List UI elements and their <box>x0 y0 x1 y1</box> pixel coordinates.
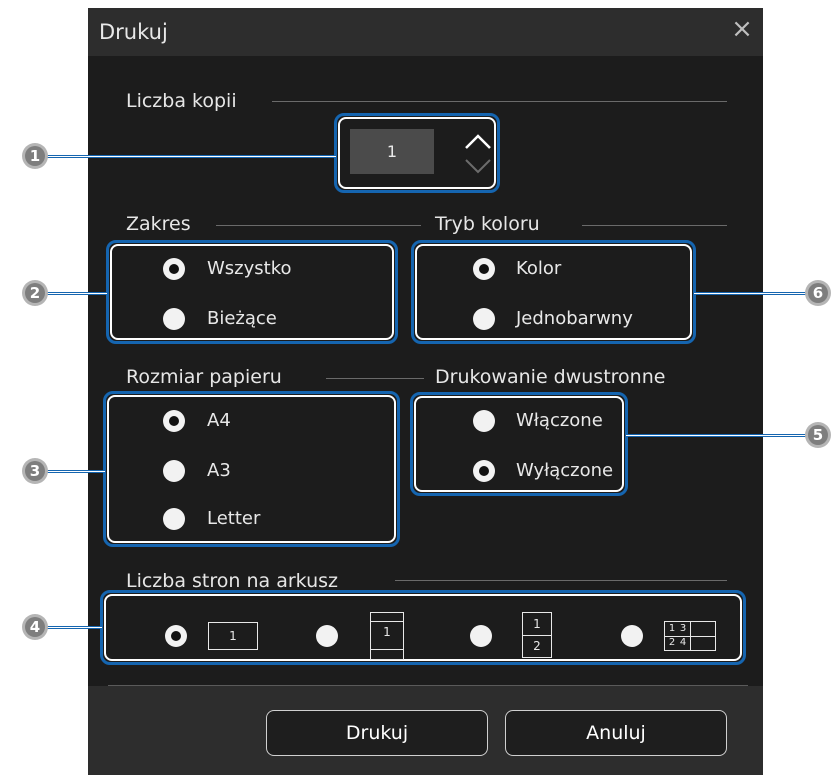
duplex-section-label: Drukowanie dwustronne <box>435 366 666 388</box>
range-section-label: Zakres <box>126 213 191 235</box>
color-option-mono: Jednobarwny <box>516 308 633 329</box>
callout-5: 5 <box>805 422 831 448</box>
callout-3: 3 <box>22 458 48 484</box>
callout-2: 2 <box>22 280 48 306</box>
layout-4-page-icon: 1 2 <box>522 612 552 658</box>
pages-radio-1[interactable] <box>165 625 187 647</box>
close-icon[interactable]: × <box>731 16 753 42</box>
decrement-arrow-icon[interactable] <box>462 156 494 176</box>
pages-radio-3[interactable] <box>470 625 492 647</box>
paper-radio-a4[interactable] <box>163 410 185 432</box>
pages-highlight <box>100 590 746 665</box>
copies-input[interactable]: 1 <box>350 129 434 174</box>
pages-radio-2[interactable] <box>316 625 338 647</box>
range-radio-all[interactable] <box>163 258 185 280</box>
callout-line-6 <box>694 292 816 295</box>
color-radio-mono[interactable] <box>473 308 495 330</box>
callout-line-3 <box>45 470 105 473</box>
callout-line-5 <box>626 434 816 437</box>
print-button[interactable]: Drukuj <box>266 710 488 756</box>
range-option-current: Bieżące <box>207 308 277 329</box>
paper-divider <box>326 378 424 379</box>
layout-1-page-icon: 1 <box>208 622 258 650</box>
paper-option-a4: A4 <box>207 410 231 431</box>
color-divider <box>582 225 727 226</box>
duplex-option-off: Wyłączone <box>516 460 614 481</box>
pages-divider <box>395 580 727 581</box>
range-option-all: Wszystko <box>207 258 292 279</box>
callout-6: 6 <box>805 280 831 306</box>
duplex-option-on: Włączone <box>516 410 603 431</box>
duplex-radio-on[interactable] <box>473 410 495 432</box>
copies-section-label: Liczba kopii <box>126 90 237 112</box>
color-option-color: Kolor <box>516 258 562 279</box>
cancel-button[interactable]: Anuluj <box>505 710 727 756</box>
callout-1: 1 <box>22 143 48 169</box>
callout-line-2 <box>45 292 107 295</box>
range-divider <box>216 225 421 226</box>
pages-radio-4[interactable] <box>621 625 643 647</box>
duplex-radio-off[interactable] <box>473 460 495 482</box>
color-section-label: Tryb koloru <box>435 213 540 235</box>
title-bar <box>88 8 763 56</box>
paper-option-letter: Letter <box>207 508 261 529</box>
paper-section-label: Rozmiar papieru <box>126 366 282 388</box>
color-radio-color[interactable] <box>473 258 495 280</box>
layout-2-page-icon: 1 <box>370 612 404 660</box>
range-radio-current[interactable] <box>163 308 185 330</box>
copies-divider <box>272 101 727 102</box>
pages-section-label: Liczba stron na arkusz <box>126 570 338 592</box>
callout-4: 4 <box>22 614 48 640</box>
layout-8-page-icon: 1 3 2 4 <box>664 621 716 651</box>
callout-line-4 <box>45 626 102 629</box>
paper-option-a3: A3 <box>207 460 231 481</box>
dialog-title: Drukuj <box>99 20 168 44</box>
increment-arrow-icon[interactable] <box>462 132 494 152</box>
paper-radio-a3[interactable] <box>163 460 185 482</box>
paper-radio-letter[interactable] <box>163 508 185 530</box>
callout-line-1 <box>45 155 336 158</box>
